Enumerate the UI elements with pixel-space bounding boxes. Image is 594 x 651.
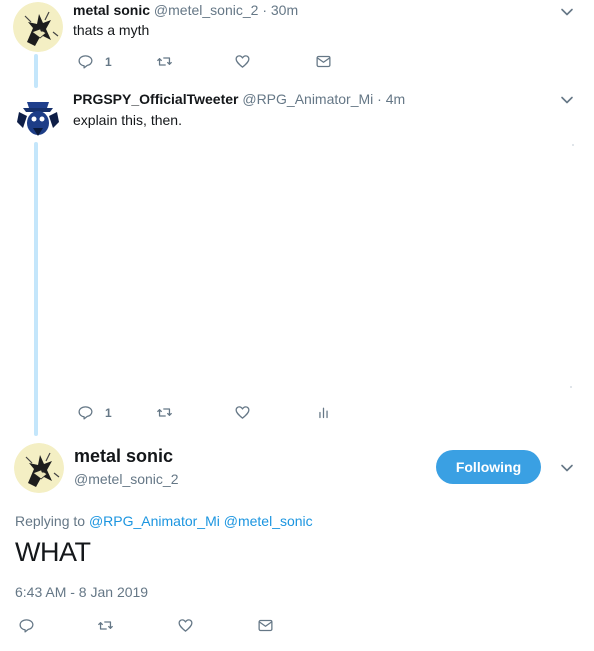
direct-message-button[interactable] bbox=[315, 53, 332, 70]
thread-connector bbox=[34, 54, 38, 88]
following-button[interactable]: Following bbox=[436, 450, 541, 484]
display-name[interactable]: PRGSPY_OfficialTweeter bbox=[73, 91, 238, 107]
replying-to: Replying to @RPG_Animator_Mi @metel_soni… bbox=[15, 513, 313, 529]
retweet-icon bbox=[157, 408, 172, 417]
tweet-actions: 1 bbox=[77, 53, 377, 73]
tweet-actions bbox=[18, 617, 318, 637]
chevron-down-icon[interactable] bbox=[559, 4, 575, 20]
chevron-down-icon[interactable] bbox=[559, 460, 575, 476]
direct-message-icon bbox=[258, 619, 273, 632]
avatar[interactable] bbox=[14, 443, 64, 493]
reply-icon bbox=[78, 55, 93, 69]
chevron-down-icon[interactable] bbox=[559, 92, 575, 108]
tweet-text: explain this, then. bbox=[73, 112, 182, 128]
analytics-icon bbox=[319, 407, 328, 419]
like-button[interactable] bbox=[177, 617, 194, 634]
display-name[interactable]: metal sonic bbox=[73, 2, 150, 18]
tweet-time[interactable]: 4m bbox=[386, 91, 405, 107]
direct-message-icon bbox=[316, 55, 331, 68]
reply-mention-link[interactable]: @RPG_Animator_Mi bbox=[89, 513, 220, 529]
retweet-button[interactable] bbox=[97, 617, 114, 634]
user-handle[interactable]: @RPG_Animator_Mi bbox=[242, 91, 373, 107]
separator-dot: · bbox=[377, 91, 382, 107]
user-handle[interactable]: @metel_sonic_2 bbox=[74, 471, 179, 487]
retweet-icon bbox=[157, 57, 172, 66]
like-icon bbox=[178, 619, 193, 632]
media-corner-mark bbox=[570, 386, 572, 388]
like-button[interactable] bbox=[234, 404, 251, 421]
reply-icon bbox=[19, 619, 34, 633]
like-button[interactable] bbox=[234, 53, 251, 70]
reply-icon bbox=[78, 406, 93, 420]
direct-message-button[interactable] bbox=[257, 617, 274, 634]
tweet-actions: 1 bbox=[77, 404, 377, 424]
reply-button[interactable] bbox=[18, 617, 35, 634]
tweet-text: thats a myth bbox=[73, 22, 150, 38]
reply-count: 1 bbox=[105, 54, 112, 69]
reply-mention-link[interactable]: @metel_sonic bbox=[224, 513, 313, 529]
reply-button[interactable]: 1 bbox=[77, 404, 112, 421]
media-corner-mark bbox=[572, 144, 574, 146]
reply-button[interactable]: 1 bbox=[77, 53, 112, 70]
avatar[interactable] bbox=[13, 2, 63, 52]
reply-count: 1 bbox=[105, 405, 112, 420]
like-icon bbox=[235, 55, 250, 68]
thread-connector bbox=[34, 142, 38, 436]
retweet-button[interactable] bbox=[156, 53, 173, 70]
user-handle[interactable]: @metel_sonic_2 bbox=[154, 2, 259, 18]
display-name[interactable]: metal sonic bbox=[74, 446, 173, 467]
avatar[interactable] bbox=[13, 90, 63, 140]
retweet-icon bbox=[98, 621, 113, 630]
tweet-text: WHAT bbox=[15, 537, 91, 567]
like-icon bbox=[235, 406, 250, 419]
separator-dot: · bbox=[262, 2, 267, 18]
tweet-timestamp[interactable]: 6:43 AM - 8 Jan 2019 bbox=[15, 584, 148, 600]
analytics-button[interactable] bbox=[315, 404, 332, 421]
tweet-media[interactable] bbox=[73, 140, 576, 390]
tweet-header: PRGSPY_OfficialTweeter @RPG_Animator_Mi … bbox=[73, 91, 405, 107]
tweet-time[interactable]: 30m bbox=[271, 2, 298, 18]
retweet-button[interactable] bbox=[156, 404, 173, 421]
tweet-header: metal sonic @metel_sonic_2 · 30m bbox=[73, 2, 298, 18]
replying-to-label: Replying to bbox=[15, 513, 86, 529]
